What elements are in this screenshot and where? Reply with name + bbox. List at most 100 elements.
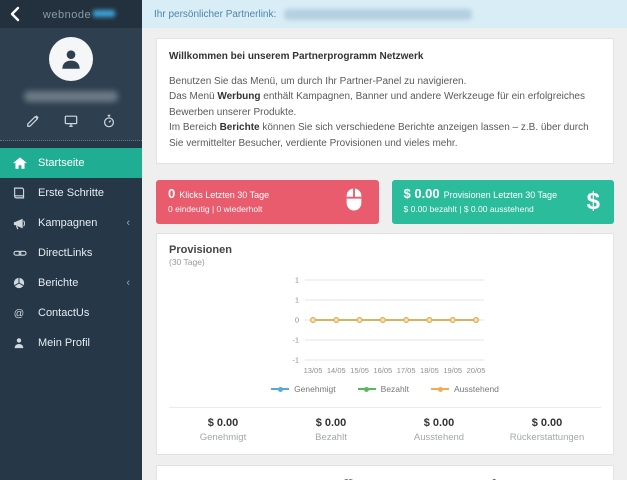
book-icon [13,187,27,200]
legend-item-ausstehend: Ausstehend [431,384,499,394]
logo-suffix-redacted [93,10,116,18]
user-avatar-icon [62,50,80,69]
hand-pointer-icon [459,476,533,480]
sidebar-item-contactus[interactable]: @ ContactUs [0,298,142,328]
stat-tiles: 0 Klicks Letzten 30 Tage 0 eindeutig | 0… [156,180,614,224]
profile-actions [0,114,142,128]
summary-ausstehend: $ 0.00 Ausstehend [385,417,493,443]
main-area: Ihr persönlicher Partnerlink: Willkommen… [142,0,627,480]
summary-genehmigt: $ 0.00 Genehmigt [169,417,277,443]
welcome-line-1: Benutzen Sie das Menü, um durch Ihr Part… [169,75,467,87]
commissions-tile: $ 0.00 Provisionen Letzten 30 Tage $ 0.0… [391,180,614,224]
film-icon [163,476,237,480]
summary-value: $ 0.00 [207,417,239,429]
svg-text:-1: -1 [292,356,299,365]
user-icon [13,337,27,350]
quicklink-tutorial-video[interactable]: Affiliate panel tutorial video [163,476,237,480]
svg-text:15/05: 15/05 [350,366,369,375]
monitor-icon[interactable] [64,114,78,128]
legend-item-genehmigt: Genehmigt [271,384,336,394]
svg-text:1: 1 [295,296,299,305]
stopwatch-icon[interactable] [102,114,116,128]
megaphone-icon [13,217,27,230]
clicks-sub: 0 eindeutig | 0 wiederholt [168,204,263,214]
logo: webnode [24,5,134,23]
legend-swatch-genehmigt [271,386,290,392]
user-icon [237,476,311,480]
commissions-sub: $ 0.00 bezahlt | $ 0.00 ausstehend [403,204,534,214]
welcome-line-3: Im Bereich Berichte können Sie sich vers… [169,122,589,149]
partner-link-redacted[interactable] [284,8,473,20]
svg-text:1: 1 [295,276,299,285]
svg-text:17/05: 17/05 [397,366,416,375]
quicklink-berichte[interactable]: Berichte [311,476,385,480]
chevron-left-icon: ‹ [126,216,130,229]
welcome-card: Willkommen bei unserem Partnerprogramm N… [156,38,614,164]
quicklink-banner-links[interactable]: Banner & Links [459,476,533,480]
sidebar-item-berichte[interactable]: Berichte ‹ [0,268,142,298]
sidebar-item-label: Berichte [38,277,79,289]
sidebar-item-label: Mein Profil [38,337,90,349]
logo-text: webnode [42,9,92,21]
sidebar-item-erste-schritte[interactable]: Erste Schritte [0,178,142,208]
chart-title: Provisionen [169,244,232,256]
svg-text:19/05: 19/05 [443,366,462,375]
sidebar-item-kampagnen[interactable]: Kampagnen ‹ [0,208,142,238]
sidebar-item-directlinks[interactable]: DirectLinks [0,238,142,268]
sidebar-item-label: ContactUs [38,307,90,319]
sidebar-logo-bar: webnode [0,0,142,28]
commissions-chart-svg: 1 1 0 -1 -1 13/05 14/05 15/05 16/05 17/05 18/05 19/… [292,276,485,376]
legend-item-bezahlt: Bezahlt [357,384,409,394]
summary-label: Bezahlt [315,432,347,443]
chart-subtitle: (30 Tage) [169,257,205,267]
svg-text:0: 0 [295,316,299,325]
sidebar-item-mein-profil[interactable]: Mein Profil [0,328,142,358]
chart-area: 1 1 0 -1 -1 13/05 14/05 15/05 16/05 17/05 18/05 19/… [169,273,601,394]
link-icon [13,247,27,260]
clicks-tile: 0 Klicks Letzten 30 Tage 0 eindeutig | 0… [156,180,379,224]
avatar [49,37,93,81]
svg-text:18/05: 18/05 [420,366,439,375]
quicklink-kampagnen[interactable]: Kampagnen [385,476,459,480]
commissions-value: $ 0.00 [403,186,440,201]
sidebar-item-startseite[interactable]: Startseite [0,148,142,178]
clicks-value: 0 [168,186,176,201]
partner-link-label: Ihr persönlicher Partnerlink: [154,8,277,20]
topbar: Ihr persönlicher Partnerlink: [142,0,627,28]
summary-value: $ 0.00 [531,417,563,429]
home-icon [13,156,27,170]
commissions-summary: $ 0.00 Genehmigt $ 0.00 Bezahlt $ 0.00 A… [169,407,601,454]
chevron-left-icon[interactable] [8,6,24,22]
chevron-left-icon: ‹ [126,276,130,289]
quicklink-directlinks[interactable]: DirectLinks [533,476,607,480]
sidebar-menu: Startseite Erste Schritte Kampagnen ‹ Di… [0,141,142,358]
sidebar: webnode Startseite Erste Schritte Kampag… [0,0,142,480]
svg-text:14/05: 14/05 [327,366,346,375]
quicklink-mein-profil[interactable]: Mein Profil [237,476,311,480]
svg-text:@: @ [14,308,24,319]
pencil-icon[interactable] [26,114,40,128]
summary-rueckerstattungen: $ 0.00 Rückerstattungen [493,417,601,443]
summary-label: Rückerstattungen [509,432,585,443]
affiliate-dashboard: webnode Startseite Erste Schritte Kampag… [0,0,627,480]
summary-value: $ 0.00 [423,417,455,429]
quicklinks-card: Affiliate panel tutorial video Mein Prof… [156,465,614,480]
svg-text:13/05: 13/05 [304,366,323,375]
sidebar-item-label: Startseite [38,157,85,169]
chain-icon [533,476,607,480]
commissions-label: Provisionen Letzten 30 Tage [443,190,558,200]
at-icon: @ [13,307,27,320]
sidebar-item-label: DirectLinks [38,247,93,259]
dollar-icon: $ [586,188,600,215]
welcome-line-2: Das Menü Werbung enthält Kampagnen, Bann… [169,91,585,118]
summary-value: $ 0.00 [315,417,347,429]
sidebar-item-label: Kampagnen [38,217,98,229]
summary-label: Ausstehend [413,432,465,443]
welcome-title: Willkommen bei unserem Partnerprogramm N… [169,51,424,62]
pie-chart-icon [13,277,27,290]
megaphone-icon [385,476,459,480]
profile-section [0,28,142,141]
pie-chart-icon [311,476,385,480]
sidebar-item-label: Erste Schritte [38,187,105,199]
username-redacted [24,91,118,102]
